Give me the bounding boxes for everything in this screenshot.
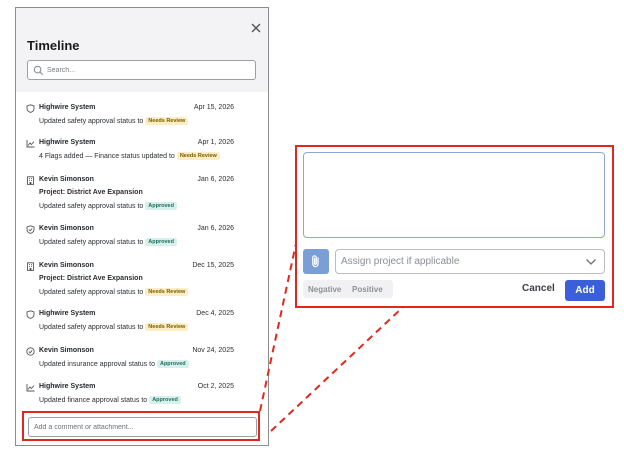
entry-date: Dec 4, 2025 xyxy=(196,310,234,317)
shield-icon xyxy=(26,310,35,319)
attach-button[interactable] xyxy=(303,249,329,274)
status-badge: Approved xyxy=(156,360,189,368)
entry-text-line: Project: District Ave Expansion xyxy=(39,189,143,196)
entry-text-line: Updated safety approval status to Needs R… xyxy=(39,288,189,296)
entry-text: Project: District Ave Expansion xyxy=(39,189,143,196)
project-select[interactable]: Assign project if applicable xyxy=(335,249,605,274)
entry-author: Kevin Simonson xyxy=(39,262,94,269)
chevron-down-icon xyxy=(586,259,596,265)
entry-text: Updated safety approval status to xyxy=(39,118,144,125)
status-badge: Needs Review xyxy=(145,117,189,125)
entry-date: Nov 24, 2025 xyxy=(192,347,234,354)
entry-date: Apr 1, 2026 xyxy=(197,139,234,146)
paperclip-icon xyxy=(312,255,319,268)
entry-text-line: Updated safety approval status to Needs R… xyxy=(39,117,189,125)
entry-text: Updated safety approval status to xyxy=(39,324,144,331)
entry-text-line: Updated safety approval status to Needs R… xyxy=(39,323,189,331)
entry-date: Jan 6, 2026 xyxy=(197,176,234,183)
entry-text-line: Updated safety approval status to Approve… xyxy=(39,202,177,210)
entry-text-line: 4 Flags added — Finance status updated t… xyxy=(39,152,220,160)
page-title: Timeline xyxy=(27,38,80,53)
project-select-placeholder: Assign project if applicable xyxy=(341,256,460,267)
entry-date: Dec 15, 2025 xyxy=(192,262,234,269)
trend-icon xyxy=(26,384,35,392)
search-icon xyxy=(33,65,44,76)
entry-text-line: Updated safety approval status to Approve… xyxy=(39,238,177,246)
shield-check-icon xyxy=(26,225,35,234)
status-badge: Approved xyxy=(145,238,177,246)
tone-positive-button[interactable]: Positive xyxy=(352,282,383,296)
check-circle-icon xyxy=(26,347,35,356)
add-button[interactable]: Add xyxy=(565,280,605,301)
timeline-panel: Timeline Highwire System Apr 15, 2026 Upda… xyxy=(15,7,269,446)
entry-text: Updated safety approval status to xyxy=(39,289,144,296)
entry-date: Jan 6, 2026 xyxy=(197,225,234,232)
shield-icon xyxy=(26,104,35,113)
entry-text: Project: District Ave Expansion xyxy=(39,275,143,282)
cancel-button[interactable]: Cancel xyxy=(522,283,555,294)
tone-negative-button[interactable]: Negative xyxy=(308,282,341,296)
comment-textarea[interactable] xyxy=(303,152,605,238)
entry-text-line: Project: District Ave Expansion xyxy=(39,275,143,282)
entry-text-line: Updated finance approval status to Approv… xyxy=(39,396,181,404)
entry-date: Oct 2, 2025 xyxy=(197,383,234,390)
building-icon xyxy=(27,176,34,185)
close-icon[interactable] xyxy=(249,21,263,35)
highlight-box-comment xyxy=(22,411,260,441)
entry-text: Updated finance approval status to xyxy=(39,397,148,404)
status-badge: Approved xyxy=(145,202,177,210)
entry-date: Apr 15, 2026 xyxy=(193,104,234,111)
entry-text: Updated safety approval status to xyxy=(39,239,144,246)
entry-author: Highwire System xyxy=(39,104,96,111)
entry-author: Kevin Simonson xyxy=(39,347,94,354)
building-icon xyxy=(27,262,34,271)
status-badge: Needs Review xyxy=(145,323,189,331)
entry-author: Kevin Simonson xyxy=(39,176,94,183)
entry-text: Updated safety approval status to xyxy=(39,203,144,210)
search-input[interactable] xyxy=(47,63,247,77)
entry-text: Updated insurance approval status to xyxy=(39,361,155,368)
search-field[interactable] xyxy=(27,60,256,80)
entry-author: Highwire System xyxy=(39,383,96,390)
entry-author: Highwire System xyxy=(39,139,96,146)
entry-author: Highwire System xyxy=(39,310,96,317)
status-badge: Needs Review xyxy=(145,288,189,296)
entry-author: Kevin Simonson xyxy=(39,225,94,232)
timeline-header: Timeline xyxy=(16,8,268,92)
status-badge: Needs Review xyxy=(176,152,220,160)
trend-icon xyxy=(26,140,35,148)
entry-text-line: Updated insurance approval status to Appr… xyxy=(39,360,189,368)
status-badge: Approved xyxy=(149,396,181,404)
entry-text: 4 Flags added — Finance status updated t… xyxy=(39,153,175,160)
tone-toggle: Negative Positive xyxy=(303,280,393,298)
